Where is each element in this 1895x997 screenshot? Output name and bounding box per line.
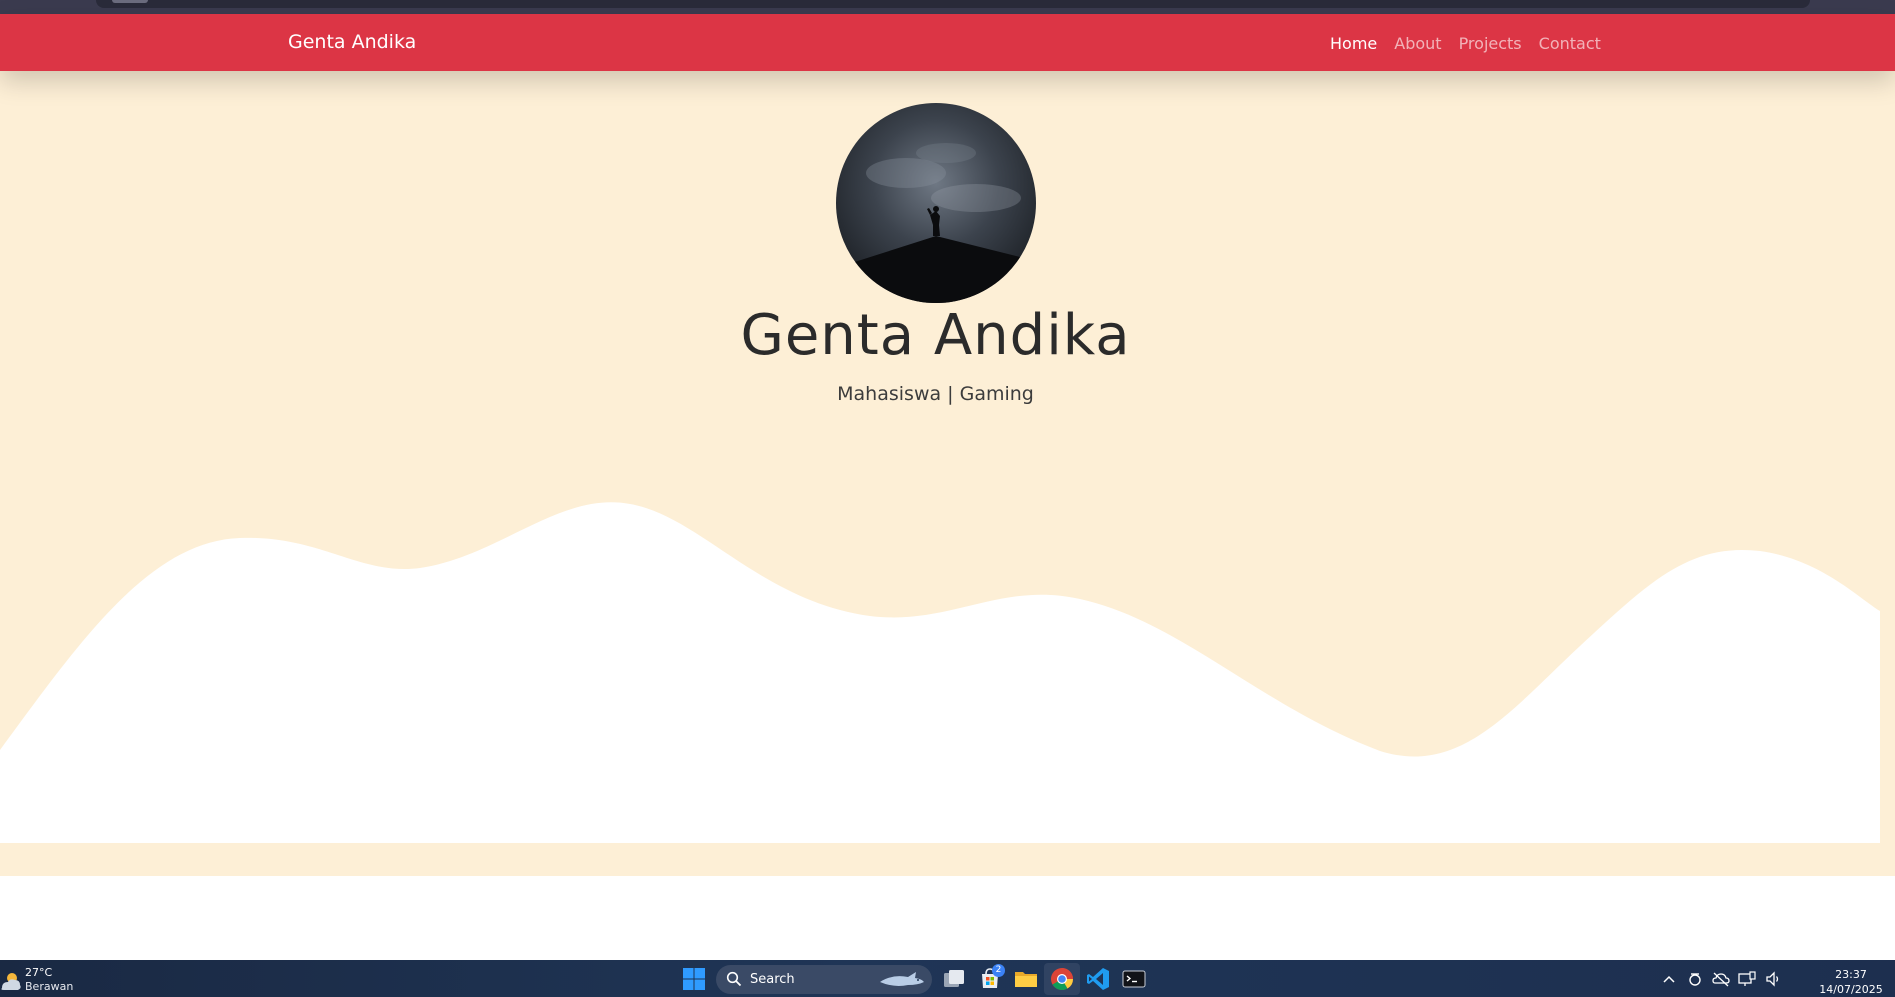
- search-highlight-shark-icon: [880, 971, 924, 986]
- chevron-up-icon: [1663, 975, 1675, 983]
- file-explorer-icon: [1015, 972, 1037, 987]
- search-icon: [726, 971, 742, 987]
- file-explorer-button[interactable]: [1008, 963, 1044, 995]
- windows-start-button[interactable]: [676, 963, 712, 995]
- taskbar-apps: Search 2: [676, 963, 1152, 995]
- cloud-offline-button[interactable]: [1708, 966, 1734, 992]
- weather-temp: 27°C: [25, 966, 53, 979]
- network-button[interactable]: [1734, 966, 1760, 992]
- taskbar-clock[interactable]: 23:37 14/07/2025: [1812, 967, 1890, 997]
- terminal-button[interactable]: [1116, 963, 1152, 995]
- nav-links: Home About Projects Contact: [1330, 34, 1618, 53]
- browser-frame: [0, 0, 1895, 14]
- weather-cloudy-icon: [1, 973, 21, 990]
- windows-start-icon: [683, 968, 705, 990]
- browser-tab-indicator[interactable]: [112, 0, 148, 3]
- weather-widget[interactable]: 27°C Berawan: [0, 966, 73, 994]
- hero-section: Genta Andika Mahasiswa | Gaming: [0, 71, 1895, 876]
- avatar: [836, 103, 1036, 303]
- terminal-icon: [1122, 970, 1146, 988]
- task-view-button[interactable]: [936, 963, 972, 995]
- hero-subtitle: Mahasiswa | Gaming: [837, 383, 1034, 405]
- system-tray: [1656, 965, 1786, 993]
- navbar-brand[interactable]: Genta Andika: [288, 31, 416, 53]
- microsoft-store-button[interactable]: 2: [972, 963, 1008, 995]
- volume-button[interactable]: [1760, 966, 1786, 992]
- search-label: Search: [750, 971, 795, 987]
- navbar: Genta Andika Home About Projects Contact: [0, 14, 1895, 71]
- hero-title: Genta Andika: [740, 303, 1131, 368]
- taskbar-search[interactable]: Search: [716, 964, 932, 994]
- nav-link-contact[interactable]: Contact: [1539, 34, 1601, 53]
- onedrive-button[interactable]: [1682, 966, 1708, 992]
- chrome-button[interactable]: [1044, 963, 1080, 995]
- store-badge: 2: [992, 964, 1005, 977]
- cloud-offline-icon: [1712, 972, 1730, 987]
- browser-address-bar[interactable]: [96, 0, 1810, 8]
- show-hidden-icons-button[interactable]: [1656, 966, 1682, 992]
- nav-link-projects[interactable]: Projects: [1459, 34, 1522, 53]
- weather-desc: Berawan: [25, 980, 74, 993]
- chrome-icon: [1051, 968, 1073, 990]
- clock-time: 23:37: [1835, 968, 1867, 981]
- task-view-icon: [944, 970, 964, 987]
- vscode-icon: [1087, 968, 1109, 990]
- clock-date: 14/07/2025: [1819, 983, 1883, 996]
- onedrive-icon: [1689, 973, 1701, 986]
- page-content-below: [0, 876, 1895, 960]
- taskbar: 27°C Berawan Search 2 23:37 14/07/2025: [0, 960, 1895, 997]
- network-icon: [1738, 971, 1756, 986]
- volume-icon: [1766, 971, 1779, 987]
- avatar-photo: [836, 103, 1036, 303]
- nav-link-about[interactable]: About: [1394, 34, 1441, 53]
- nav-link-home[interactable]: Home: [1330, 34, 1377, 53]
- vscode-button[interactable]: [1080, 963, 1116, 995]
